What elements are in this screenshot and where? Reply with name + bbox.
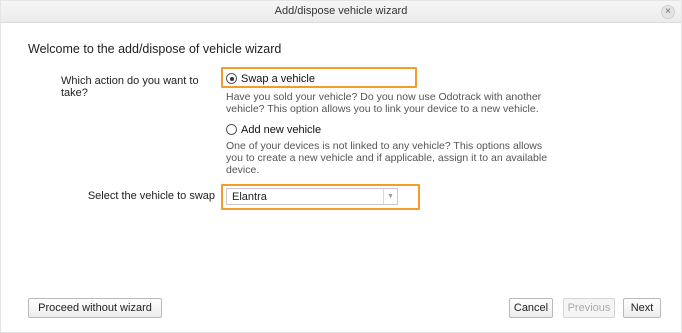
- description-line: you to create a new vehicle and if appli…: [226, 152, 548, 164]
- swap-vehicle-radio-option[interactable]: Swap a vehicle: [226, 73, 315, 85]
- description-line: vehicle? This option allows you to link …: [226, 103, 539, 115]
- radio-unselected-icon[interactable]: [226, 124, 237, 135]
- dialog-title: Add/dispose vehicle wizard: [274, 5, 408, 17]
- add-new-vehicle-description: One of your devices is not linked to any…: [226, 140, 566, 176]
- add-new-vehicle-label: Add new vehicle: [241, 124, 322, 136]
- action-question-label: Which action do you want to take?: [61, 75, 199, 99]
- chevron-down-icon[interactable]: ▼: [383, 189, 397, 204]
- cancel-button[interactable]: Cancel: [509, 298, 553, 318]
- description-line: Have you sold your vehicle? Do you now u…: [226, 91, 542, 103]
- swap-vehicle-label: Swap a vehicle: [241, 73, 315, 85]
- vehicle-select-value: Elantra: [232, 191, 267, 203]
- description-line: device.: [226, 164, 260, 176]
- previous-button[interactable]: Previous: [563, 298, 615, 318]
- vehicle-select[interactable]: Elantra ▼: [226, 188, 398, 205]
- swap-vehicle-description: Have you sold your vehicle? Do you now u…: [226, 91, 566, 115]
- wizard-dialog: Add/dispose vehicle wizard × Welcome to …: [0, 0, 682, 333]
- vehicle-to-swap-label: Select the vehicle to swap: [87, 190, 215, 202]
- add-new-vehicle-radio-option[interactable]: Add new vehicle: [226, 124, 321, 136]
- proceed-without-wizard-button[interactable]: Proceed without wizard: [28, 298, 162, 318]
- radio-selected-icon[interactable]: [226, 73, 237, 84]
- description-line: One of your devices is not linked to any…: [226, 140, 543, 152]
- title-bar: Add/dispose vehicle wizard ×: [1, 1, 681, 23]
- wizard-heading: Welcome to the add/dispose of vehicle wi…: [28, 42, 282, 56]
- close-icon[interactable]: ×: [661, 5, 675, 19]
- next-button[interactable]: Next: [623, 298, 661, 318]
